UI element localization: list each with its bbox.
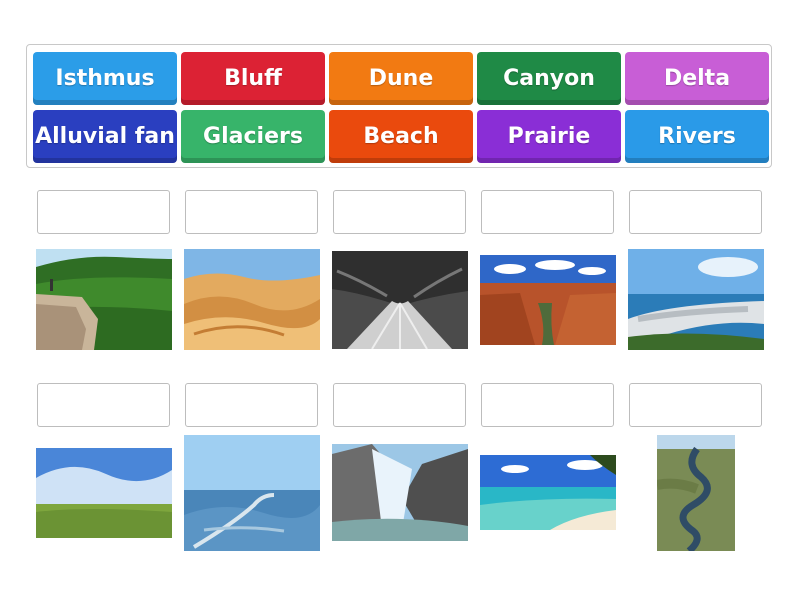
drop-target-3[interactable] bbox=[333, 190, 466, 234]
drop-target-5[interactable] bbox=[629, 190, 762, 234]
image-alluvial-fan bbox=[332, 251, 468, 349]
image-glacier bbox=[332, 444, 468, 541]
drop-target-9[interactable] bbox=[481, 383, 614, 427]
drop-target-4[interactable] bbox=[481, 190, 614, 234]
drop-target-2[interactable] bbox=[185, 190, 318, 234]
word-delta[interactable]: Delta bbox=[625, 52, 769, 105]
image-river bbox=[657, 435, 735, 551]
word-bluff[interactable]: Bluff bbox=[181, 52, 325, 105]
drop-target-8[interactable] bbox=[333, 383, 466, 427]
word-rivers[interactable]: Rivers bbox=[625, 110, 769, 163]
word-glaciers[interactable]: Glaciers bbox=[181, 110, 325, 163]
image-canyon bbox=[480, 255, 616, 345]
drop-target-1[interactable] bbox=[37, 190, 170, 234]
image-sand-dunes bbox=[184, 249, 320, 350]
image-prairie bbox=[36, 448, 172, 538]
image-forested-bluff bbox=[36, 249, 172, 350]
word-dune[interactable]: Dune bbox=[329, 52, 473, 105]
word-isthmus[interactable]: Isthmus bbox=[33, 52, 177, 105]
drop-target-6[interactable] bbox=[37, 383, 170, 427]
word-alluvial-fan[interactable]: Alluvial fan bbox=[33, 110, 177, 163]
image-isthmus bbox=[628, 249, 764, 350]
image-beach bbox=[480, 455, 616, 530]
image-delta bbox=[184, 435, 320, 551]
word-beach[interactable]: Beach bbox=[329, 110, 473, 163]
drop-target-10[interactable] bbox=[629, 383, 762, 427]
drop-target-7[interactable] bbox=[185, 383, 318, 427]
word-canyon[interactable]: Canyon bbox=[477, 52, 621, 105]
word-bank: Isthmus Bluff Dune Canyon Delta Alluvial… bbox=[26, 44, 772, 168]
word-prairie[interactable]: Prairie bbox=[477, 110, 621, 163]
